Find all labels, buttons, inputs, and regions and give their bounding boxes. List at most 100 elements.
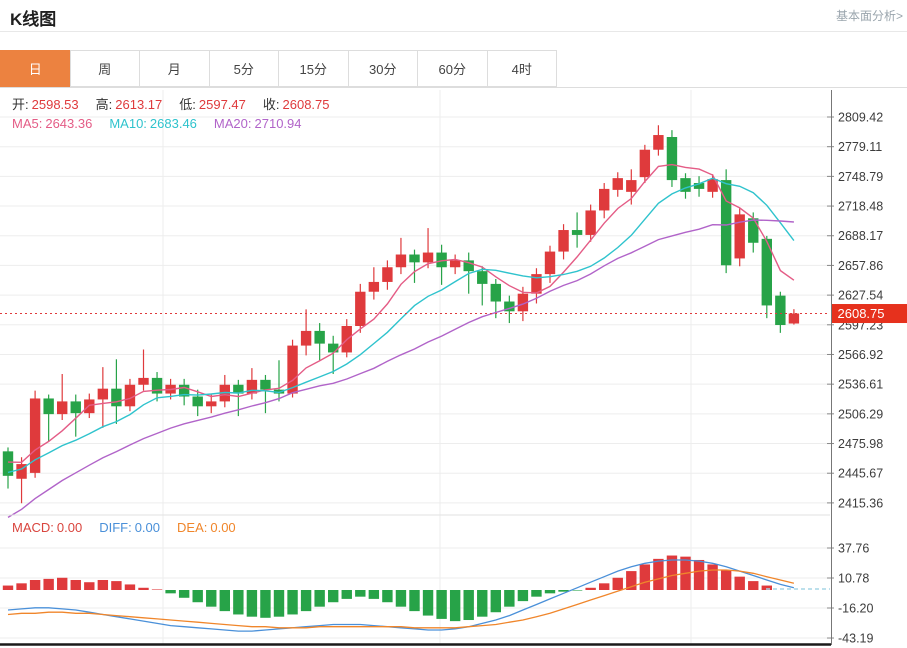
candle-body: [585, 210, 595, 234]
candle-body: [545, 252, 555, 275]
candle-body: [775, 296, 785, 325]
candle-body: [260, 380, 270, 390]
y-axis-label: 2475.98: [838, 437, 883, 451]
macd-bar: [491, 590, 501, 612]
candle-fall: [274, 360, 284, 401]
header-divider: [0, 31, 907, 32]
y-axis-label: 2415.36: [838, 496, 883, 510]
macd-bar: [84, 582, 94, 590]
macd-bar: [152, 589, 162, 590]
macd-bar: [477, 590, 487, 617]
candle-body: [138, 378, 148, 385]
y-axis-label: 2627.54: [838, 289, 883, 303]
y-axis-label: 2688.17: [838, 229, 883, 243]
candle-body: [491, 284, 501, 302]
candle-body: [667, 137, 677, 180]
macd-y-axis-label: 37.76: [838, 542, 869, 556]
macd-bar: [599, 583, 609, 590]
macd-bar: [613, 578, 623, 590]
macd-bar: [16, 583, 26, 590]
candle-body: [125, 385, 135, 407]
candle-fall: [43, 395, 53, 442]
y-axis-label: 2506.29: [838, 407, 883, 421]
macd-bar: [233, 590, 243, 614]
tab-h4[interactable]: 4时: [487, 50, 558, 87]
candle-body: [748, 218, 758, 242]
current-price-value: 2608.75: [838, 306, 885, 321]
candle-body: [84, 399, 94, 413]
y-axis-label: 2809.42: [838, 111, 883, 125]
macd-bar: [3, 586, 13, 590]
macd-bar: [57, 578, 67, 590]
macd-bar: [314, 590, 324, 607]
macd-bar: [98, 580, 108, 590]
ma10-line: [8, 178, 794, 472]
candle-fall: [179, 379, 189, 405]
macd-bar: [355, 590, 365, 597]
macd-bar: [179, 590, 189, 598]
candle-body: [57, 401, 67, 414]
y-axis-label: 2536.61: [838, 378, 883, 392]
tab-month[interactable]: 月: [139, 50, 210, 87]
main-pane[interactable]: 2809.422779.112748.792718.482688.172657.…: [0, 111, 883, 518]
tab-day[interactable]: 日: [0, 50, 71, 87]
macd-bar: [328, 590, 338, 602]
macd-bar: [396, 590, 406, 607]
macd-bar: [43, 579, 53, 590]
macd-bar: [71, 580, 81, 590]
candle-body: [43, 398, 53, 414]
macd-pane[interactable]: 37.7610.78-16.20-43.19: [0, 542, 873, 646]
candle-body: [71, 401, 81, 413]
candle-rise: [382, 260, 392, 289]
candle-body: [355, 292, 365, 326]
macd-bar: [464, 590, 474, 620]
candle-rise: [98, 367, 108, 428]
macd-bar: [721, 570, 731, 590]
macd-bar: [125, 584, 135, 590]
macd-bar: [504, 590, 514, 607]
candle-rise: [558, 224, 568, 259]
macd-bar: [409, 590, 419, 611]
chart-area: 2809.422779.112748.792718.482688.172657.…: [0, 88, 907, 648]
candle-rise: [653, 125, 663, 155]
fundamental-analysis-link[interactable]: 基本面分析>: [836, 7, 903, 24]
tab-m5[interactable]: 5分: [209, 50, 280, 87]
y-axis-label: 2779.11: [838, 140, 882, 154]
candle-rise: [138, 350, 148, 391]
macd-y-axis-label: 10.78: [838, 572, 869, 586]
candle-fall: [694, 176, 704, 197]
macd-bar: [707, 564, 717, 590]
candle-fall: [477, 266, 487, 305]
macd-bar: [748, 581, 758, 590]
candle-fall: [572, 212, 582, 247]
y-axis-label: 2718.48: [838, 200, 883, 214]
tab-m15[interactable]: 15分: [278, 50, 349, 87]
macd-bar: [545, 590, 555, 593]
candle-rise: [16, 457, 26, 503]
candle-fall: [409, 250, 419, 283]
candle-fall: [680, 173, 690, 198]
macd-bar: [287, 590, 297, 614]
y-axis-label: 2748.79: [838, 170, 883, 184]
macd-bar: [694, 560, 704, 590]
candle-rise: [735, 208, 745, 266]
macd-bar: [111, 581, 121, 590]
tab-m30[interactable]: 30分: [348, 50, 419, 87]
current-price-tag: 2608.75: [832, 304, 907, 323]
macd-bar: [369, 590, 379, 599]
candle-body: [369, 282, 379, 292]
tab-m60[interactable]: 60分: [417, 50, 488, 87]
candle-fall: [260, 375, 270, 413]
macd-bar: [382, 590, 392, 602]
candle-body: [599, 189, 609, 211]
macd-bar: [260, 590, 270, 618]
candle-body: [626, 180, 636, 192]
kline-chart-canvas[interactable]: 2809.422779.112748.792718.482688.172657.…: [0, 88, 907, 648]
macd-bar: [518, 590, 528, 601]
candle-body: [423, 253, 433, 263]
candle-fall: [3, 447, 13, 488]
kline-page: K线图 基本面分析> 日周月5分15分30分60分4时 2809.422779.…: [0, 0, 907, 648]
macd-y-axis-label: -16.20: [838, 602, 873, 616]
candle-body: [206, 401, 216, 406]
tab-week[interactable]: 周: [70, 50, 141, 87]
